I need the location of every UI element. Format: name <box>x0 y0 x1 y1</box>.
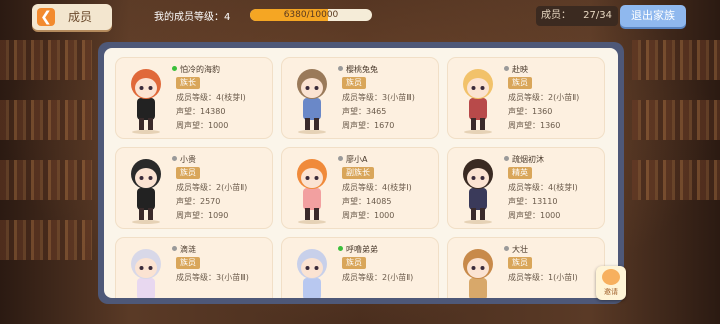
bookshelf-left <box>0 220 92 260</box>
member-role-badge: 族员 <box>342 257 366 269</box>
member-count-value: 27/34 <box>583 10 612 21</box>
avatar <box>297 159 327 224</box>
member-name: 疏烟初沐 <box>504 154 544 165</box>
xp-progress-bar: 6380/10000 <box>250 9 372 21</box>
member-reputation: 声望：3465 <box>342 107 387 116</box>
member-reputation: 声望：14380 <box>176 107 226 116</box>
back-button[interactable]: ❮ 成员 <box>32 4 112 30</box>
member-card[interactable]: 疏烟初沐 精英 成员等级：4(枝芽Ⅰ) 声望：13110 周声望：1000 <box>448 148 604 228</box>
page-title: 成员 <box>68 10 93 24</box>
member-level: 成员等级：2(小苗Ⅱ) <box>342 273 414 282</box>
invite-label: 邀请 <box>604 288 618 296</box>
member-weekly-reputation: 周声望：1090 <box>176 211 229 220</box>
avatar <box>131 159 161 224</box>
member-weekly-reputation: 周声望：1000 <box>342 211 395 220</box>
member-name: 赴映 <box>504 64 528 75</box>
member-reputation: 声望：2570 <box>176 197 221 206</box>
bookshelf-right <box>632 100 720 140</box>
member-role-badge: 族长 <box>176 77 200 89</box>
member-level: 成员等级：3(小苗Ⅲ) <box>342 93 415 102</box>
member-count: 成员： 27/34 <box>536 6 618 26</box>
online-status-dot <box>172 246 177 251</box>
member-card[interactable]: 赴映 族员 成员等级：2(小苗Ⅱ) 声望：1360 周声望：1360 <box>448 58 604 138</box>
member-name: 廖小A <box>338 154 367 165</box>
member-name: 呼噜弟弟 <box>338 244 378 255</box>
invite-button[interactable]: 邀请 <box>596 266 626 300</box>
bookshelf-left <box>0 40 92 80</box>
member-reputation: 声望：14085 <box>342 197 392 206</box>
exit-family-button[interactable]: 退出家族 <box>620 5 686 27</box>
member-card[interactable]: 大壮 族员 成员等级：1(小苗Ⅰ) <box>448 238 604 298</box>
member-level: 成员等级：2(小苗Ⅱ) <box>508 93 580 102</box>
bookshelf-right <box>632 160 720 200</box>
member-level: 成员等级：4(枝芽Ⅰ) <box>342 183 412 192</box>
member-card[interactable]: 小贵 族员 成员等级：2(小苗Ⅱ) 声望：2570 周声望：1090 <box>116 148 272 228</box>
online-status-dot <box>504 156 509 161</box>
online-status-dot <box>504 246 509 251</box>
member-card[interactable]: 呼噜弟弟 族员 成员等级：2(小苗Ⅱ) <box>282 238 438 298</box>
member-role-badge: 精英 <box>508 167 532 179</box>
member-weekly-reputation: 周声望：1000 <box>176 121 229 130</box>
member-name: 大壮 <box>504 244 528 255</box>
member-role-badge: 族员 <box>508 257 532 269</box>
cat-face-icon <box>602 269 620 285</box>
bookshelf-left <box>0 100 92 140</box>
member-reputation: 声望：1360 <box>508 107 553 116</box>
member-level: 成员等级：3(小苗Ⅲ) <box>176 273 249 282</box>
member-count-label: 成员： <box>541 10 571 21</box>
member-name: 滴涟 <box>172 244 196 255</box>
member-level: 成员等级：1(小苗Ⅰ) <box>508 273 578 282</box>
bookshelf-left <box>0 160 92 200</box>
member-reputation: 声望：13110 <box>508 197 558 206</box>
member-name: 樱桃兔兔 <box>338 64 378 75</box>
member-card[interactable]: 廖小A 副族长 成员等级：4(枝芽Ⅰ) 声望：14085 周声望：1000 <box>282 148 438 228</box>
member-role-badge: 族员 <box>176 257 200 269</box>
my-member-level: 我的成员等级：4 <box>154 12 231 23</box>
xp-progress-text: 6380/10000 <box>283 10 339 20</box>
member-name: 小贵 <box>172 154 196 165</box>
avatar <box>463 69 493 134</box>
member-list-panel: 怕冷的海豹 族长 成员等级：4(枝芽Ⅰ) 声望：14380 周声望：1000 樱… <box>98 42 624 304</box>
avatar <box>463 249 493 298</box>
member-level: 成员等级：4(枝芽Ⅰ) <box>176 93 246 102</box>
online-status-dot <box>338 156 343 161</box>
member-role-badge: 族员 <box>508 77 532 89</box>
member-role-badge: 副族长 <box>342 167 374 179</box>
member-level: 成员等级：4(枝芽Ⅰ) <box>508 183 578 192</box>
avatar <box>297 69 327 134</box>
member-level: 成员等级：2(小苗Ⅱ) <box>176 183 248 192</box>
member-weekly-reputation: 周声望：1670 <box>342 121 395 130</box>
member-role-badge: 族员 <box>342 77 366 89</box>
online-status-dot <box>338 66 343 71</box>
member-weekly-reputation: 周声望：1360 <box>508 121 561 130</box>
member-card[interactable]: 滴涟 族员 成员等级：3(小苗Ⅲ) <box>116 238 272 298</box>
member-card[interactable]: 樱桃兔兔 族员 成员等级：3(小苗Ⅲ) 声望：3465 周声望：1670 <box>282 58 438 138</box>
online-status-dot <box>172 156 177 161</box>
avatar <box>131 69 161 134</box>
online-status-dot <box>504 66 509 71</box>
member-card[interactable]: 怕冷的海豹 族长 成员等级：4(枝芽Ⅰ) 声望：14380 周声望：1000 <box>116 58 272 138</box>
avatar <box>463 159 493 224</box>
avatar <box>297 249 327 298</box>
bookshelf-right <box>632 40 720 80</box>
online-status-dot <box>338 246 343 251</box>
member-role-badge: 族员 <box>176 167 200 179</box>
member-list-scroll[interactable]: 怕冷的海豹 族长 成员等级：4(枝芽Ⅰ) 声望：14380 周声望：1000 樱… <box>104 48 618 298</box>
member-name: 怕冷的海豹 <box>172 64 220 75</box>
avatar <box>131 249 161 298</box>
member-weekly-reputation: 周声望：1000 <box>508 211 561 220</box>
online-status-dot <box>172 66 177 71</box>
chevron-left-icon: ❮ <box>37 8 55 26</box>
